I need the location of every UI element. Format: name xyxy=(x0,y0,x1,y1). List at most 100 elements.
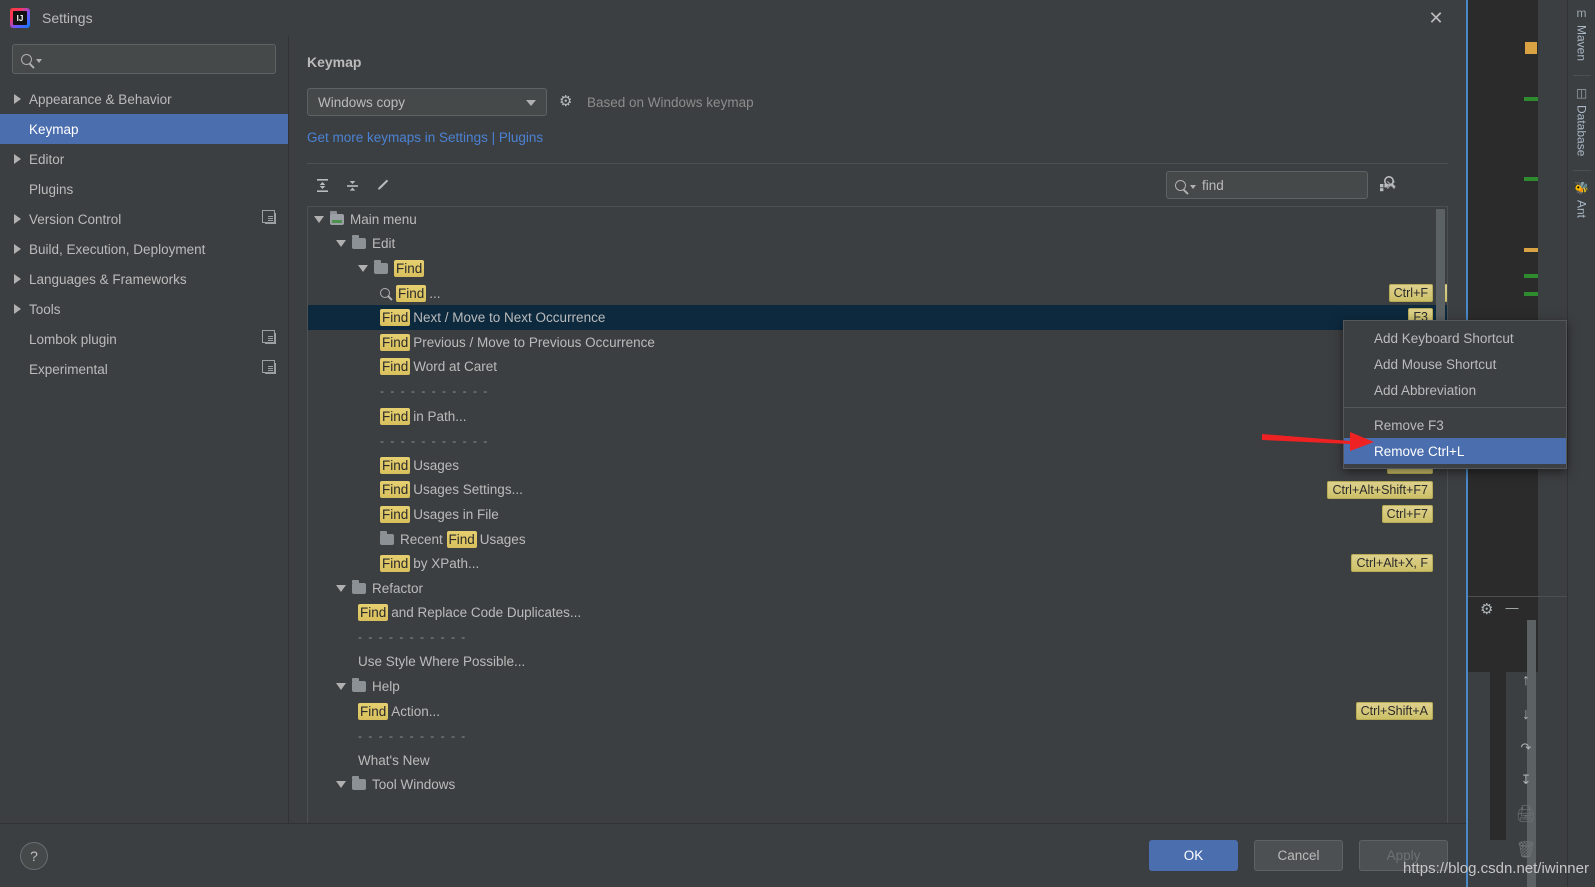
sidebar-item-tools[interactable]: Tools xyxy=(0,294,288,324)
context-menu-item[interactable]: Add Mouse Shortcut xyxy=(1344,351,1566,377)
tree-row[interactable]: Find Usages Settings... Ctrl+Alt+Shift+F7 xyxy=(308,478,1447,503)
chevron-down-icon[interactable] xyxy=(336,683,346,691)
sidebar-item-label: Languages & Frameworks xyxy=(29,271,187,287)
search-match-highlight: Find xyxy=(396,284,427,302)
tree-row[interactable]: Find xyxy=(308,256,1447,281)
tree-row[interactable]: - - - - - - - - - - - xyxy=(308,379,1447,404)
tree-separator: - - - - - - - - - - - xyxy=(380,384,489,398)
tree-row[interactable]: Find Next / Move to Next Occurrence F3 xyxy=(308,305,1447,330)
tree-row[interactable]: Find Word at Caret xyxy=(308,355,1447,380)
tree-row[interactable]: Find by XPath... Ctrl+Alt+X, F xyxy=(308,551,1447,576)
chevron-down-icon[interactable] xyxy=(336,584,346,592)
search-match-highlight: Find xyxy=(380,309,411,327)
context-menu-item[interactable]: Remove F3 xyxy=(1344,412,1566,438)
tree-row-label: Find Previous / Move to Previous Occurren… xyxy=(380,333,655,351)
tree-row[interactable]: Find Previous / Move to Previous Occurren… xyxy=(308,330,1447,355)
copy-settings-icon[interactable] xyxy=(262,210,276,224)
tree-row[interactable]: Tool Windows xyxy=(308,773,1447,798)
tree-row[interactable]: Use Style Where Possible... xyxy=(308,650,1447,675)
ide-side-actions: ↑ ↓ ↷ ↧ 🖨 🗑 xyxy=(1506,672,1546,860)
gear-icon[interactable]: ⚙ xyxy=(559,94,575,110)
tree-row[interactable]: What's New xyxy=(308,748,1447,773)
tree-row[interactable]: - - - - - - - - - - - xyxy=(308,723,1447,748)
sidebar-item-label: Build, Execution, Deployment xyxy=(29,241,206,257)
keymap-scheme-select[interactable]: Windows copy xyxy=(307,88,547,116)
ide-tab-database[interactable]: ◫ Database xyxy=(1575,80,1589,166)
sidebar-item-editor[interactable]: Editor xyxy=(0,144,288,174)
tree-row[interactable]: Main menu xyxy=(308,207,1447,232)
tree-row-text: Edit xyxy=(372,236,396,252)
arrow-down-icon[interactable]: ↓ xyxy=(1522,706,1530,724)
copy-settings-icon[interactable] xyxy=(262,360,276,374)
trash-icon[interactable]: 🗑 xyxy=(1516,840,1536,860)
soft-wrap-icon[interactable]: ↷ xyxy=(1521,740,1532,756)
keymap-filter-box[interactable]: ✕ xyxy=(1166,171,1397,199)
expand-all-icon[interactable] xyxy=(307,172,337,198)
tree-row[interactable]: Recent Find Usages xyxy=(308,527,1447,552)
ide-panel-divider xyxy=(1468,596,1568,597)
settings-dialog: Settings ✕ Appearance & Behavior Keymap Ed… xyxy=(0,0,1468,887)
keymap-scheme-row: Windows copy ⚙ Based on Windows keymap xyxy=(307,88,1448,116)
tree-row-label: Find by XPath... xyxy=(380,555,479,573)
chevron-down-icon[interactable] xyxy=(314,215,324,223)
sidebar-item-build-execution-deployment[interactable]: Build, Execution, Deployment xyxy=(0,234,288,264)
context-menu-item[interactable]: Add Keyboard Shortcut xyxy=(1344,325,1566,351)
print-icon[interactable]: 🖨 xyxy=(1516,804,1536,824)
sidebar-search-box[interactable] xyxy=(12,44,276,74)
sidebar-item-plugins[interactable]: Plugins xyxy=(0,174,288,204)
sidebar-item-version-control[interactable]: Version Control xyxy=(0,204,288,234)
tree-row[interactable]: Find...Ctrl+FAlt+F3 xyxy=(308,281,1447,306)
gear-icon[interactable]: ⚙ xyxy=(1480,600,1493,618)
ide-panel-toolbar: ⚙ — xyxy=(1480,600,1540,618)
keymap-scheme-value: Windows copy xyxy=(318,94,406,110)
close-icon[interactable]: ✕ xyxy=(1424,6,1448,30)
help-button[interactable]: ? xyxy=(20,841,48,870)
context-menu-item[interactable]: Remove Ctrl+L xyxy=(1344,438,1566,464)
ok-button[interactable]: OK xyxy=(1149,840,1238,871)
tree-row[interactable]: Edit xyxy=(308,232,1447,257)
keymap-toolbar: ✕ xyxy=(307,164,1448,206)
search-match-highlight: Find xyxy=(380,333,411,351)
search-match-highlight: Find xyxy=(380,456,411,474)
sidebar-item-lombok-plugin[interactable]: Lombok plugin xyxy=(0,324,288,354)
tree-row-text: Tool Windows xyxy=(372,777,456,793)
tree-row[interactable]: Find and Replace Code Duplicates... xyxy=(308,601,1447,626)
ide-tab-maven[interactable]: m Maven xyxy=(1575,0,1589,71)
tree-row-text: Usages Settings... xyxy=(413,482,523,498)
collapse-all-icon[interactable] xyxy=(337,172,367,198)
arrow-up-icon[interactable]: ↑ xyxy=(1522,672,1530,690)
sidebar-item-languages-frameworks[interactable]: Languages & Frameworks xyxy=(0,264,288,294)
warning-marker xyxy=(1524,248,1538,252)
chevron-down-icon[interactable] xyxy=(336,781,346,789)
tree-row[interactable]: - - - - - - - - - - - xyxy=(308,625,1447,650)
tree-row-text: Main menu xyxy=(350,211,417,227)
context-menu-item[interactable]: Add Abbreviation xyxy=(1344,377,1566,403)
chevron-down-icon[interactable] xyxy=(336,240,346,248)
tree-row-label: Find Word at Caret xyxy=(380,358,497,376)
keymap-tree: Main menuEditFindFind...Ctrl+FAlt+F3Find… xyxy=(308,207,1447,823)
sidebar-item-appearance-behavior[interactable]: Appearance & Behavior xyxy=(0,84,288,114)
copy-settings-icon[interactable] xyxy=(262,330,276,344)
tree-row-label: Recent Find Usages xyxy=(400,530,526,548)
tree-row[interactable]: Refactor xyxy=(308,576,1447,601)
scroll-to-end-icon[interactable]: ↧ xyxy=(1521,772,1532,788)
settings-search-input[interactable] xyxy=(48,51,267,67)
chevron-down-icon[interactable] xyxy=(358,264,368,272)
sidebar-item-experimental[interactable]: Experimental xyxy=(0,354,288,384)
tree-separator: - - - - - - - - - - - xyxy=(358,729,467,743)
find-by-shortcut-icon[interactable] xyxy=(1378,174,1396,197)
tree-row[interactable]: Help xyxy=(308,674,1447,699)
search-match-highlight: Find xyxy=(380,505,411,523)
keymap-search-input[interactable] xyxy=(1202,177,1379,193)
minimize-icon[interactable]: — xyxy=(1505,600,1518,618)
sidebar-item-keymap[interactable]: Keymap xyxy=(0,114,288,144)
tree-row[interactable]: Find Action... Ctrl+Shift+A xyxy=(308,699,1447,724)
get-more-keymaps-link[interactable]: Get more keymaps in Settings | Plugins xyxy=(307,130,1448,145)
pencil-icon[interactable] xyxy=(367,172,397,198)
ide-tab-ant[interactable]: 🐝 Ant xyxy=(1574,175,1589,228)
cancel-button[interactable]: Cancel xyxy=(1254,840,1343,871)
tree-row[interactable]: FindUsagesAlt+F7 xyxy=(308,453,1447,478)
sidebar-item-label: Plugins xyxy=(29,181,74,197)
tree-row[interactable]: Find Usages in File Ctrl+F7 xyxy=(308,502,1447,527)
sidebar-search-wrap xyxy=(0,44,288,84)
